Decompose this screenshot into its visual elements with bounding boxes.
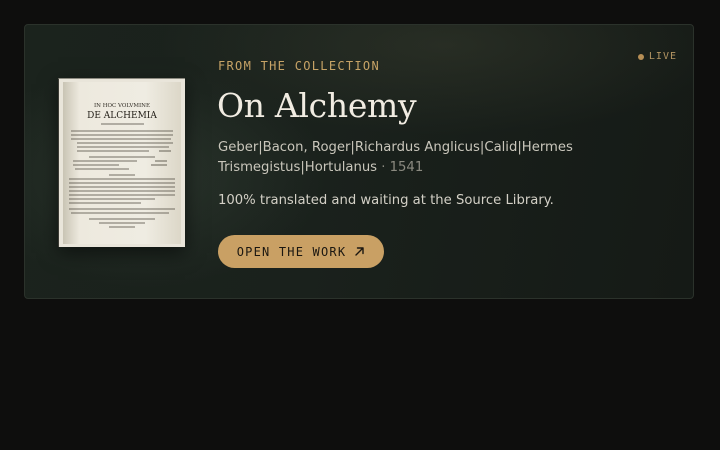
work-title[interactable]: On Alchemy: [217, 86, 417, 125]
open-work-button[interactable]: OPEN THE WORK: [218, 235, 384, 268]
work-description: 100% translated and waiting at the Sourc…: [218, 193, 554, 208]
title-page-scan: IN HOC VOLVMINE DE ALCHEMIA: [69, 103, 175, 228]
thumb-line-1: IN HOC VOLVMINE: [94, 103, 150, 109]
book-cover-thumbnail[interactable]: IN HOC VOLVMINE DE ALCHEMIA: [58, 78, 185, 247]
live-dot-icon: [637, 53, 644, 60]
year-separator: ·: [381, 160, 386, 175]
thumb-line-2: DE ALCHEMIA: [87, 111, 157, 121]
publication-year: 1541: [389, 160, 424, 175]
arrow-up-right-icon: [355, 247, 364, 256]
section-eyebrow: FROM THE COLLECTION: [218, 59, 380, 73]
open-work-label: OPEN THE WORK: [236, 244, 347, 259]
featured-work-card: IN HOC VOLVMINE DE ALCHEMIA FROM THE COL…: [24, 24, 694, 299]
live-label: LIVE: [648, 51, 677, 62]
work-authors: Geber|Bacon, Roger|Richardus Anglicus|Ca…: [218, 138, 613, 178]
live-status-indicator: LIVE: [637, 51, 677, 62]
